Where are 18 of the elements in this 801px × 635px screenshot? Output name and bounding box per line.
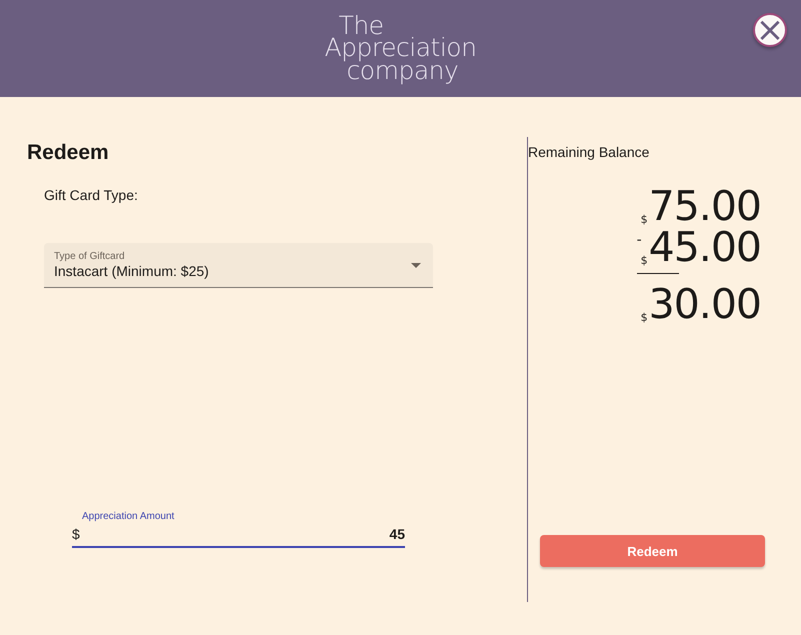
amount-label: Appreciation Amount — [82, 511, 176, 522]
logo-text: The — [338, 14, 384, 38]
currency-sign: $ — [640, 312, 648, 323]
logo-text: Appreciation — [324, 37, 476, 60]
form-title: Redeem — [27, 141, 110, 165]
balance-amount: 45.00 — [648, 227, 761, 268]
balance-amount: 30.00 — [648, 284, 761, 325]
balance-amount: 75.00 — [648, 186, 761, 227]
currency-sign: $ — [640, 255, 648, 266]
field-label: Gift Card Type: — [44, 187, 139, 203]
close-button[interactable]: × — [753, 13, 787, 47]
gift-card-select[interactable]: Type of Giftcard Instacart (Minimum: $25) — [44, 243, 433, 288]
minus-sign: - — [636, 233, 642, 247]
currency-sign: $ — [640, 214, 648, 225]
caret-icon — [411, 262, 421, 268]
logo-text: company — [346, 60, 458, 82]
amount-field[interactable]: $ 45 — [72, 522, 405, 548]
balance-title: Remaining Balance — [528, 144, 650, 160]
